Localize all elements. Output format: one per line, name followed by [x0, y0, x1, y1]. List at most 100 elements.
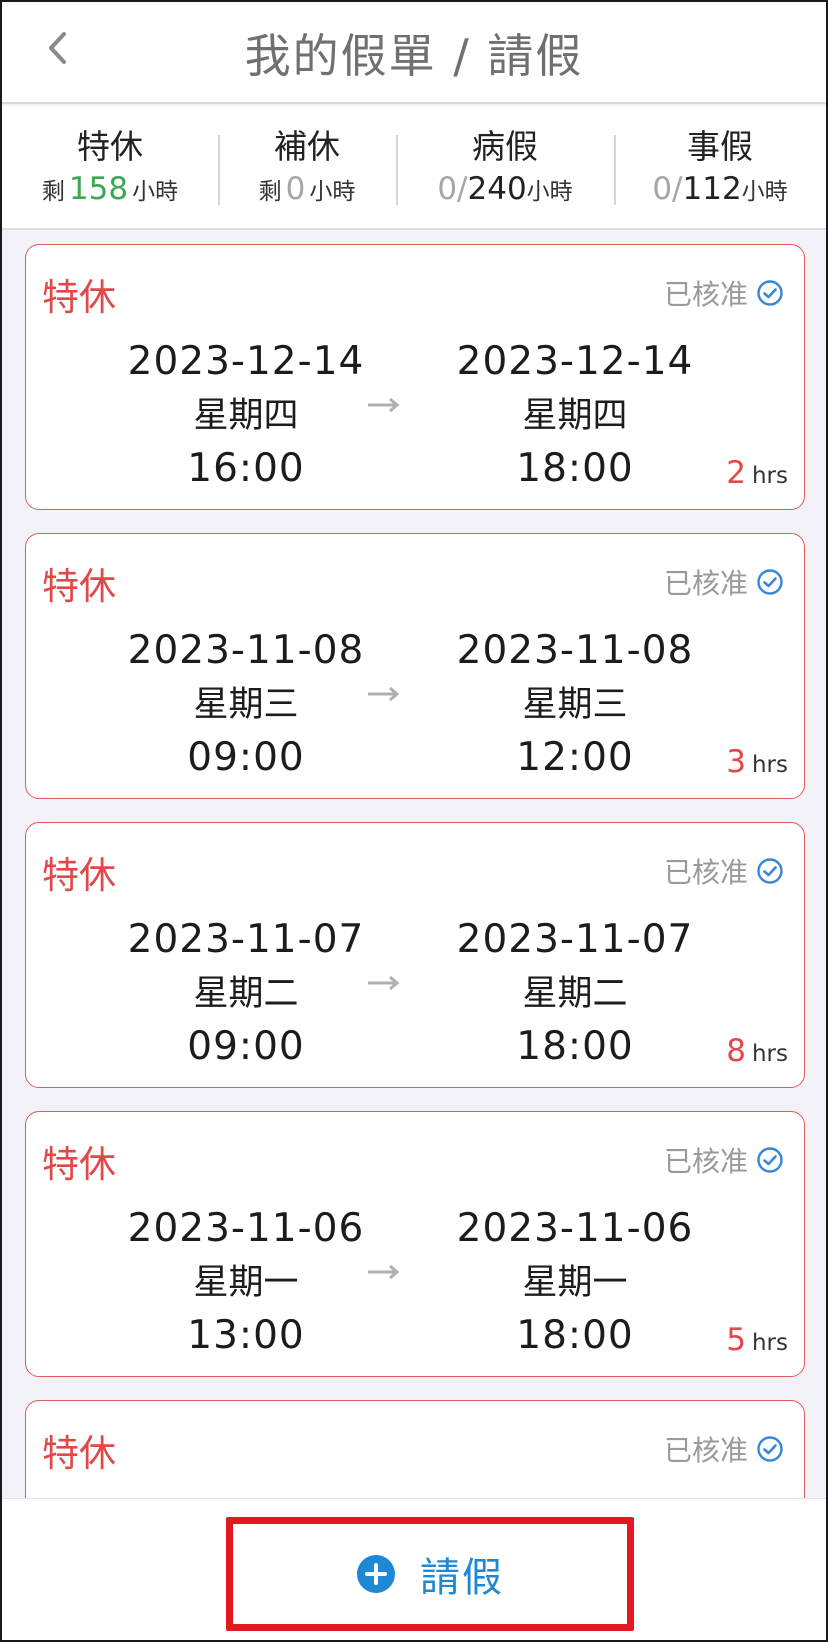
bottom-action-bar: 請假 — [2, 1498, 826, 1640]
start-time: 09:00 — [187, 1024, 305, 1069]
start-date: 2023-11-07 — [127, 917, 365, 962]
balance-used: 0/ — [437, 171, 468, 207]
end-time: 18:00 — [516, 1024, 634, 1069]
duration-unit: hrs — [751, 1330, 788, 1356]
duration: 8 hrs — [726, 1033, 788, 1069]
balance-used: 0/ — [652, 171, 683, 207]
balance-compensatory: 補休 剩 0 小時 — [218, 127, 396, 207]
balance-value: 158 — [68, 171, 129, 207]
arrow-right-icon — [368, 975, 400, 991]
balance-value: 0 — [285, 171, 306, 207]
leave-type: 特休 — [42, 276, 116, 319]
end-date: 2023-12-14 — [456, 339, 694, 384]
balance-unit: 小時 — [309, 179, 356, 205]
status-badge: 已核准 — [664, 851, 784, 891]
balance-unit: 小時 — [132, 179, 179, 205]
leave-type: 特休 — [42, 854, 116, 897]
arrow-right-icon — [368, 397, 400, 413]
add-leave-label: 請假 — [420, 1555, 504, 1601]
leave-request-list[interactable]: 特休 已核准 2023-12-14 星期四 16:00 2023-12-14 星… — [2, 232, 826, 1498]
end-date: 2023-11-08 — [456, 628, 694, 673]
status-badge: 已核准 — [664, 273, 784, 313]
balance-type-label: 補休 — [274, 127, 340, 166]
balance-total: 240 — [467, 171, 527, 207]
duration-value: 3 — [726, 744, 746, 780]
plus-circle-icon — [357, 1555, 395, 1593]
duration: 3 hrs — [726, 744, 788, 780]
leave-card[interactable]: 特休 已核准 2023-11-06 星期一 13:00 2023-11-06 星… — [25, 1111, 805, 1377]
start-datetime: 2023-11-08 星期三 09:00 — [116, 624, 376, 784]
start-time: 13:00 — [187, 1313, 305, 1358]
check-circle-icon — [757, 1436, 783, 1462]
end-time: 18:00 — [516, 446, 634, 491]
app-frame: 我的假單 / 請假 特休 剩 158 小時 補休 剩 0 小時 病假 0/ 24… — [0, 0, 828, 1642]
leave-card[interactable]: 特休 已核准 2023-11-07 星期二 09:00 2023-11-07 星… — [25, 822, 805, 1088]
leave-card[interactable]: 特休 已核准 2023-12-14 星期四 16:00 2023-12-14 星… — [25, 244, 805, 510]
status-label: 已核准 — [663, 1434, 748, 1467]
leave-card[interactable]: 特休 已核准 — [25, 1400, 805, 1498]
duration-unit: hrs — [751, 1041, 788, 1067]
balance-personal: 事假 0/ 112 小時 — [614, 127, 826, 207]
duration-value: 2 — [726, 455, 746, 491]
end-weekday: 星期二 — [522, 974, 628, 1014]
end-weekday: 星期四 — [522, 396, 628, 436]
balance-prefix: 剩 — [41, 179, 65, 205]
duration-value: 8 — [726, 1033, 746, 1069]
start-time: 09:00 — [187, 735, 305, 780]
end-date: 2023-11-07 — [456, 917, 694, 962]
start-date: 2023-12-14 — [127, 339, 365, 384]
balance-total: 112 — [682, 171, 742, 207]
end-date: 2023-11-06 — [456, 1206, 694, 1251]
start-date: 2023-11-08 — [127, 628, 365, 673]
start-datetime: 2023-11-07 星期二 09:00 — [116, 913, 376, 1073]
header: 我的假單 / 請假 — [2, 2, 826, 104]
end-time: 18:00 — [516, 1313, 634, 1358]
check-circle-icon — [757, 858, 783, 884]
leave-balance-summary: 特休 剩 158 小時 補休 剩 0 小時 病假 0/ 240 小時 事假 0/… — [2, 106, 826, 230]
balance-type-label: 事假 — [687, 127, 753, 166]
check-circle-icon — [757, 569, 783, 595]
duration: 5 hrs — [726, 1322, 788, 1358]
page-title: 我的假單 / 請假 — [244, 29, 584, 83]
start-date: 2023-11-06 — [127, 1206, 365, 1251]
start-weekday: 星期四 — [193, 396, 299, 436]
duration: 2 hrs — [726, 455, 788, 491]
status-label: 已核准 — [663, 856, 748, 889]
start-datetime: 2023-12-14 星期四 16:00 — [116, 335, 376, 495]
status-badge: 已核准 — [664, 1140, 784, 1180]
duration-unit: hrs — [751, 752, 788, 778]
status-badge: 已核准 — [664, 1429, 784, 1469]
end-datetime: 2023-12-14 星期四 18:00 — [445, 335, 705, 495]
balance-type-label: 病假 — [472, 127, 538, 166]
check-circle-icon — [757, 1147, 783, 1173]
balance-annual: 特休 剩 158 小時 — [2, 127, 218, 207]
status-label: 已核准 — [663, 1145, 748, 1178]
check-circle-icon — [757, 280, 783, 306]
end-weekday: 星期一 — [522, 1263, 628, 1303]
arrow-right-icon — [368, 1264, 400, 1280]
balance-type-label: 特休 — [77, 127, 143, 166]
balance-unit: 小時 — [741, 179, 788, 205]
end-datetime: 2023-11-08 星期三 12:00 — [445, 624, 705, 784]
leave-card[interactable]: 特休 已核准 2023-11-08 星期三 09:00 2023-11-08 星… — [25, 533, 805, 799]
duration-value: 5 — [726, 1322, 746, 1358]
duration-unit: hrs — [751, 463, 788, 489]
status-badge: 已核准 — [664, 562, 784, 602]
start-weekday: 星期二 — [193, 974, 299, 1014]
end-weekday: 星期三 — [522, 685, 628, 725]
end-time: 12:00 — [516, 735, 634, 780]
end-datetime: 2023-11-07 星期二 18:00 — [445, 913, 705, 1073]
leave-type: 特休 — [42, 1143, 116, 1186]
start-datetime: 2023-11-06 星期一 13:00 — [116, 1202, 376, 1362]
balance-prefix: 剩 — [258, 179, 282, 205]
end-datetime: 2023-11-06 星期一 18:00 — [445, 1202, 705, 1362]
leave-type: 特休 — [42, 565, 116, 608]
status-label: 已核准 — [663, 278, 748, 311]
arrow-right-icon — [368, 686, 400, 702]
start-time: 16:00 — [187, 446, 305, 491]
add-leave-button[interactable]: 請假 — [226, 1517, 634, 1631]
leave-type: 特休 — [42, 1432, 116, 1475]
status-label: 已核准 — [663, 567, 748, 600]
balance-sick: 病假 0/ 240 小時 — [396, 127, 614, 207]
start-weekday: 星期三 — [193, 685, 299, 725]
